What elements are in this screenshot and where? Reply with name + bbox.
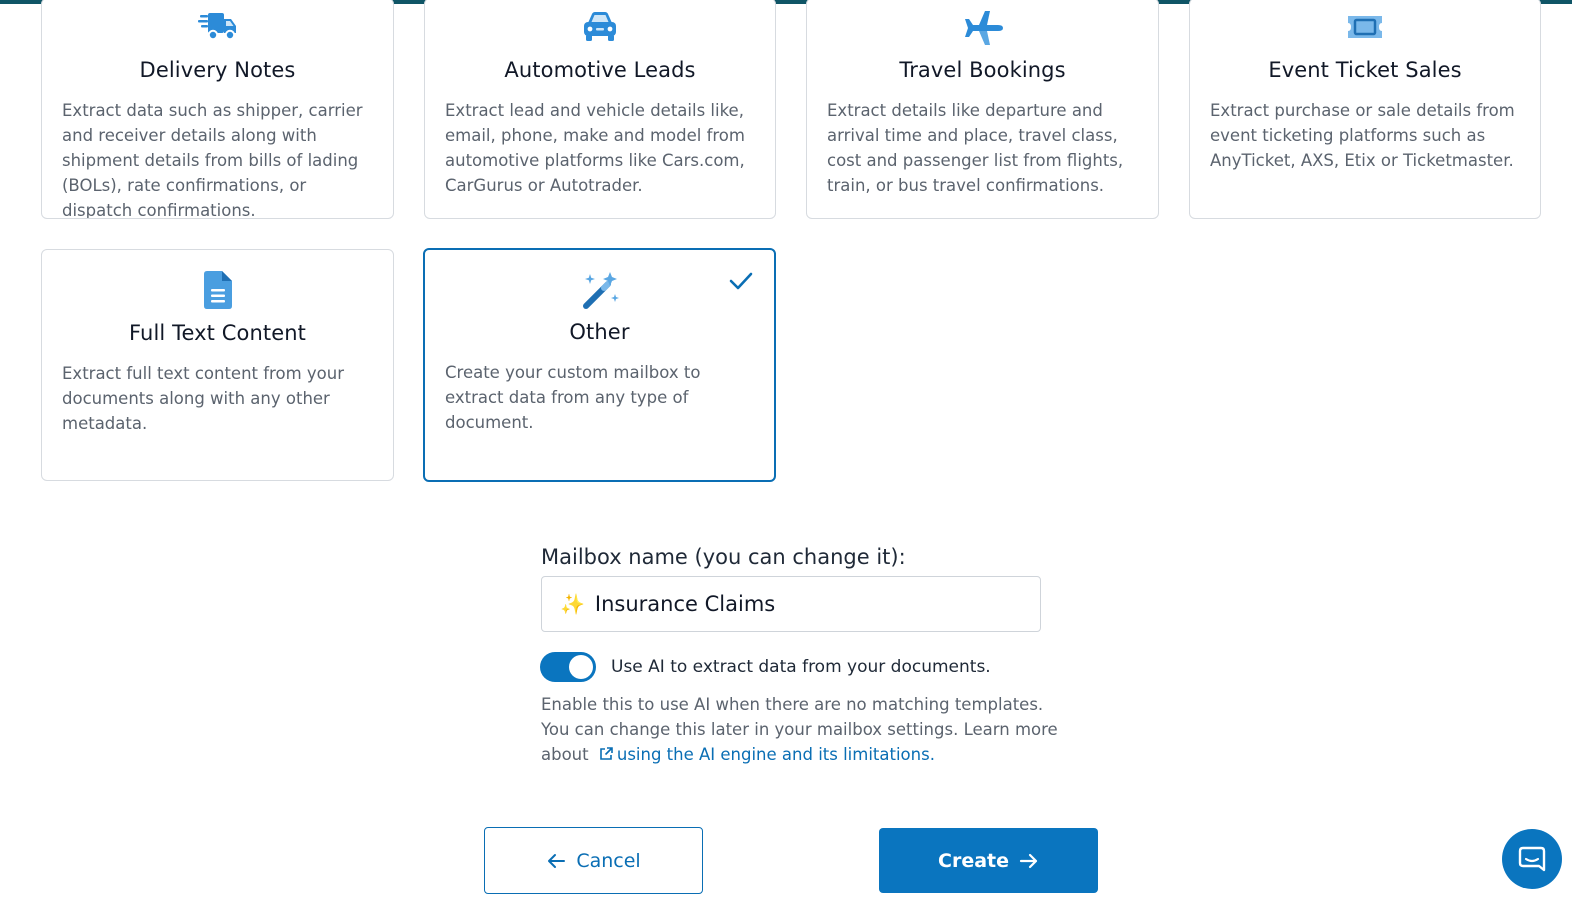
ai-help-text: Enable this to use AI when there are no …	[541, 692, 1061, 767]
template-card-event-ticket-sales[interactable]: Event Ticket Sales Extract purchase or s…	[1189, 0, 1541, 219]
arrow-right-icon	[1019, 853, 1038, 868]
ai-extraction-toggle[interactable]	[540, 652, 596, 682]
card-title: Other	[569, 320, 630, 344]
cancel-button[interactable]: Cancel	[484, 827, 703, 894]
template-card-other[interactable]: Other Create your custom mailbox to extr…	[423, 248, 776, 482]
mailbox-name-label: Mailbox name (you can change it):	[541, 545, 906, 569]
airplane-icon	[961, 7, 1005, 47]
create-label: Create	[938, 849, 1009, 872]
ai-engine-link[interactable]: using the AI engine and its limitations.	[617, 745, 935, 764]
cancel-label: Cancel	[576, 849, 641, 872]
template-card-full-text-content[interactable]: Full Text Content Extract full text cont…	[41, 249, 394, 481]
card-title: Travel Bookings	[899, 58, 1066, 82]
card-description: Extract data such as shipper, carrier an…	[62, 101, 363, 219]
magic-wand-icon	[578, 270, 622, 310]
template-card-delivery-notes[interactable]: Delivery Notes Extract data such as ship…	[41, 0, 394, 219]
template-card-travel-bookings[interactable]: Travel Bookings Extract details like dep…	[806, 0, 1159, 219]
template-card-automotive-leads[interactable]: Automotive Leads Extract lead and vehicl…	[424, 0, 776, 219]
delivery-truck-icon	[196, 7, 240, 47]
document-icon	[196, 270, 240, 310]
card-title: Delivery Notes	[139, 58, 296, 82]
arrow-left-icon	[548, 853, 566, 868]
mailbox-name-input[interactable]: ✨ Insurance Claims	[541, 576, 1041, 632]
card-title: Event Ticket Sales	[1268, 58, 1462, 82]
card-description: Extract purchase or sale details from ev…	[1210, 101, 1515, 170]
card-description: Extract lead and vehicle details like, e…	[445, 101, 745, 195]
card-description: Extract full text content from your docu…	[62, 364, 344, 433]
card-title: Automotive Leads	[504, 58, 696, 82]
toggle-knob	[569, 655, 593, 679]
card-title: Full Text Content	[129, 321, 306, 345]
mailbox-name-value: Insurance Claims	[594, 592, 776, 616]
card-description: Create your custom mailbox to extract da…	[445, 363, 701, 432]
create-button[interactable]: Create	[879, 828, 1098, 893]
chat-icon	[1518, 846, 1546, 872]
ai-toggle-label: Use AI to extract data from your documen…	[611, 657, 991, 677]
sparkles-emoji: ✨	[560, 592, 585, 616]
external-link-icon	[600, 747, 613, 760]
car-icon	[578, 7, 622, 47]
card-description: Extract details like departure and arriv…	[827, 101, 1124, 195]
chat-widget-button[interactable]	[1502, 829, 1562, 889]
selected-check-icon	[729, 272, 753, 290]
ticket-icon	[1343, 7, 1387, 47]
